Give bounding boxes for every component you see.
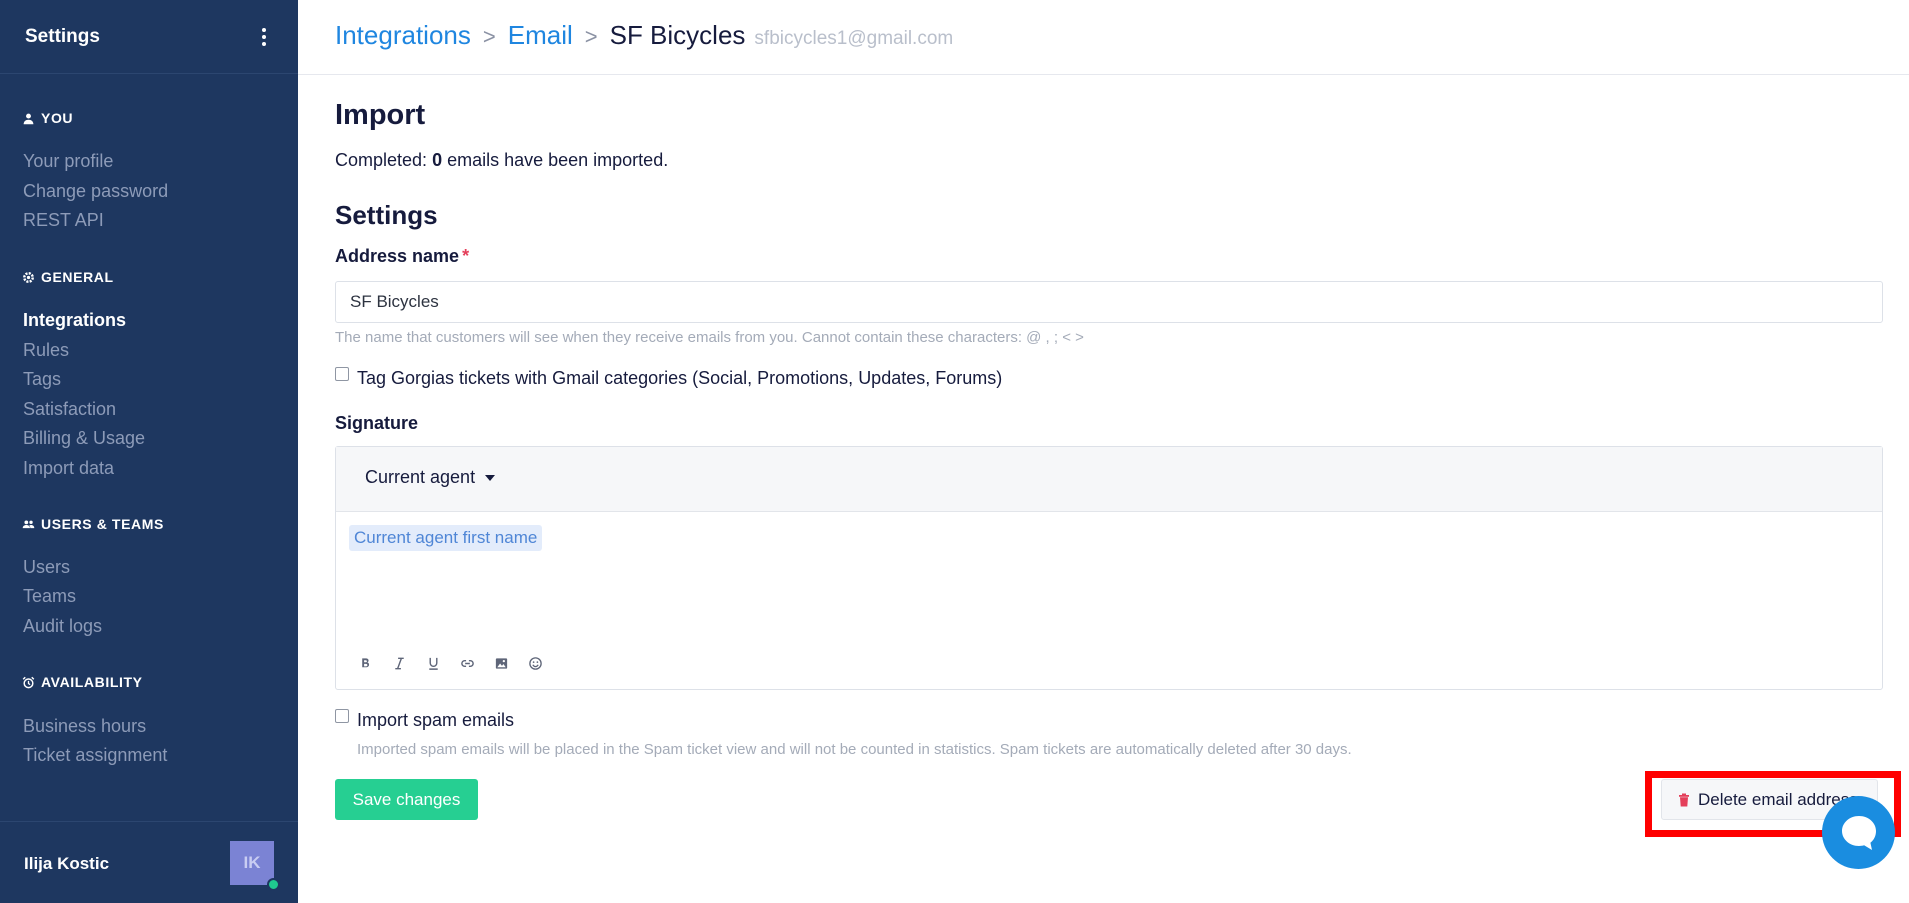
trash-icon [1679,793,1689,806]
address-name-input[interactable] [335,281,1883,323]
page-header: Integrations > Email > SF Bicycles sfbic… [298,0,1909,75]
sidebar-item-import-data[interactable]: Import data [23,458,114,479]
chevron-right-icon: > [482,24,496,49]
underline-icon[interactable] [424,654,443,673]
link-icon[interactable] [458,654,477,673]
section-label: AVAILABILITY [41,674,143,690]
signature-label: Signature [335,413,419,433]
sidebar-item-teams[interactable]: Teams [23,586,76,607]
person-icon [23,113,34,124]
sidebar-item-ticket-assignment[interactable]: Ticket assignment [23,745,167,766]
breadcrumb-integrations[interactable]: Integrations [335,20,471,51]
more-options-icon[interactable] [254,25,274,49]
sidebar-item-audit-logs[interactable]: Audit logs [23,616,102,637]
chat-icon [1841,815,1876,850]
users-icon [22,519,35,528]
import-status: Completed: 0 emails have been imported. [335,150,669,170]
import-spam-help: Imported spam emails will be placed in t… [357,741,1352,758]
tag-gmail-categories-row[interactable]: Tag Gorgias tickets with Gmail categorie… [335,366,1003,389]
user-name[interactable]: Ilija Kostic [24,854,109,874]
address-name-help: The name that customers will see when th… [335,329,1084,346]
section-label: GENERAL [41,269,114,285]
section-availability-title: AVAILABILITY [22,674,143,690]
sidebar-item-rest-api[interactable]: REST API [23,210,104,231]
signature-editor[interactable]: Current agent Current agent first name [335,446,1883,690]
caret-down-icon [485,474,496,481]
breadcrumb: Integrations > Email > SF Bicycles sfbic… [335,20,953,51]
emoji-icon[interactable] [526,654,545,673]
sidebar-item-rules[interactable]: Rules [23,340,69,361]
bold-icon[interactable] [356,654,375,673]
sidebar-item-your-profile[interactable]: Your profile [23,151,113,172]
tag-gmail-categories-checkbox[interactable] [335,366,349,381]
import-spam-label: Import spam emails [357,710,515,730]
section-you-title: YOU [22,110,73,126]
address-name-label: Address name * [335,246,470,266]
current-agent-dropdown-label: Current agent [365,467,476,487]
sidebar-item-business-hours[interactable]: Business hours [23,716,146,737]
save-changes-button[interactable]: Save changes [335,779,478,820]
online-status-dot [267,878,280,891]
editor-toolbar [356,654,545,673]
sidebar: Settings YOU Your profile Change passwor… [0,0,298,903]
sidebar-item-tags[interactable]: Tags [23,369,61,390]
agent-first-name-variable[interactable]: Current agent first name [349,525,543,551]
sidebar-item-billing-usage[interactable]: Billing & Usage [23,428,145,449]
sidebar-title: Settings [25,25,100,47]
settings-heading: Settings [335,200,438,230]
tag-gmail-categories-label: Tag Gorgias tickets with Gmail categorie… [357,368,1003,388]
sidebar-item-satisfaction[interactable]: Satisfaction [23,399,116,420]
import-spam-row[interactable]: Import spam emails [335,708,515,731]
section-label: USERS & TEAMS [41,516,164,532]
import-count: 0 [432,150,443,170]
chat-widget-button[interactable] [1822,796,1895,869]
integration-email-address: sfbicycles1@gmail.com [754,28,954,49]
italic-icon[interactable] [390,654,409,673]
section-general-title: GENERAL [22,269,114,285]
section-label: YOU [41,110,74,126]
alarm-clock-icon [22,676,35,688]
sidebar-item-change-password[interactable]: Change password [23,181,168,202]
avatar[interactable]: IK [230,841,274,885]
breadcrumb-email[interactable]: Email [508,20,573,51]
sidebar-footer: Ilija Kostic IK [0,821,298,903]
gear-icon [23,271,34,283]
required-mark: * [462,246,470,266]
import-heading: Import [335,99,426,131]
sidebar-header: Settings [0,0,298,74]
section-users-teams-title: USERS & TEAMS [22,516,164,532]
signature-editor-header: Current agent [336,447,1882,512]
current-agent-dropdown[interactable]: Current agent [365,467,496,488]
sidebar-item-integrations[interactable]: Integrations [23,310,126,331]
chevron-right-icon: > [584,24,598,49]
sidebar-item-users[interactable]: Users [23,557,70,578]
import-spam-checkbox[interactable] [335,708,349,723]
image-icon[interactable] [492,654,511,673]
breadcrumb-current: SF Bicycles [609,20,746,50]
